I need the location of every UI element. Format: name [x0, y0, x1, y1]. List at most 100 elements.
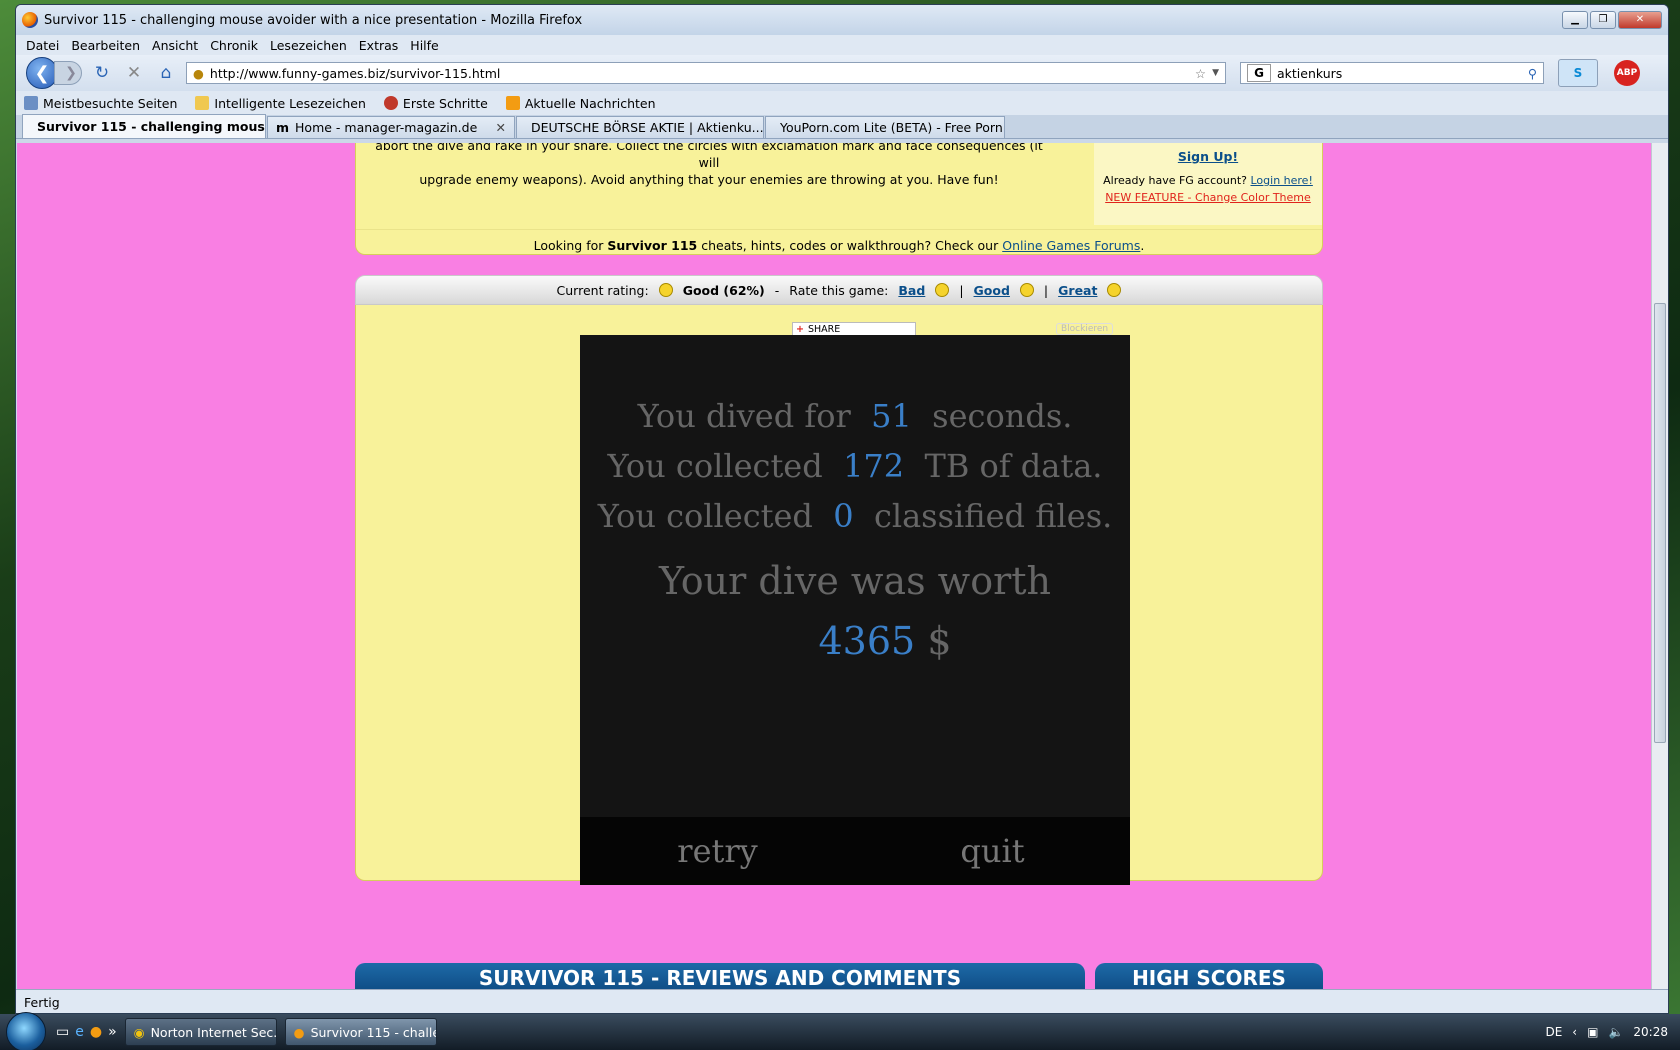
more-icon[interactable]: » [108, 1024, 117, 1040]
files-collected-label: You collected [597, 497, 813, 535]
quick-launch: ▭ e ● » [56, 1024, 117, 1040]
menu-bar: Datei Bearbeiten Ansicht Chronik Lesezei… [16, 35, 1668, 55]
login-link[interactable]: Login here! [1250, 174, 1312, 187]
page-content: abort the dive and rake in your share. C… [17, 143, 1652, 989]
network-icon[interactable]: ▣ [1587, 1025, 1598, 1039]
vertical-scrollbar[interactable] [1651, 143, 1668, 989]
stop-icon[interactable]: ✕ [122, 61, 146, 85]
status-text: Fertig [24, 995, 60, 1010]
signup-link[interactable]: Sign Up! [1094, 149, 1322, 164]
dive-time-line: You dived for 51 seconds. [580, 397, 1130, 435]
clock[interactable]: 20:28 [1633, 1025, 1668, 1039]
address-bar[interactable]: ● http://www.funny-games.biz/survivor-11… [186, 62, 1226, 84]
rate-bad-link[interactable]: Bad [898, 283, 925, 298]
menu-lesezeichen[interactable]: Lesezeichen [270, 38, 347, 53]
tray-expand-icon[interactable]: ‹ [1572, 1025, 1577, 1039]
tab-survivor[interactable]: Survivor 115 - challenging mouse... ✕ [22, 114, 266, 138]
tab-manager-magazin[interactable]: m Home - manager-magazin.de ✕ [267, 116, 515, 138]
skype-icon[interactable]: S [1558, 59, 1598, 87]
sad-face-icon[interactable] [935, 283, 950, 297]
url-dropdown-icon[interactable]: ▼ [1212, 68, 1219, 78]
reload-icon[interactable]: ↻ [90, 61, 114, 85]
search-engine-icon[interactable]: G [1247, 64, 1271, 82]
bookmark-label: Intelligente Lesezeichen [214, 95, 366, 111]
bookmark-erste-schritte[interactable]: Erste Schritte [383, 96, 488, 111]
share-plus-icon: + [796, 323, 804, 335]
dive-worth-label: Your dive was worth [659, 559, 1051, 603]
rating-separator: - [774, 282, 780, 298]
bookmark-label: Meistbesuchte Seiten [43, 95, 178, 111]
rss-icon [505, 96, 520, 110]
rate-good-link[interactable]: Good [974, 283, 1010, 298]
menu-datei[interactable]: Datei [26, 38, 59, 53]
menu-ansicht[interactable]: Ansicht [152, 38, 198, 53]
close-icon[interactable]: ✕ [1618, 11, 1662, 29]
search-box[interactable]: G aktienkurs ⚲ [1240, 62, 1544, 84]
menu-hilfe[interactable]: Hilfe [410, 38, 438, 53]
bookmark-intelligente[interactable]: Intelligente Lesezeichen [195, 96, 366, 111]
dive-time-label: You dived for [637, 397, 851, 435]
share-button[interactable]: + SHARE [792, 322, 916, 336]
home-icon[interactable]: ⌂ [154, 61, 178, 85]
bookmark-meistbesuchte[interactable]: Meistbesuchte Seiten [24, 96, 177, 111]
dive-worth-amount: 4365 [818, 619, 916, 663]
bookmarks-toolbar: Meistbesuchte Seiten Intelligente Leseze… [16, 91, 1668, 115]
start-button[interactable] [6, 1012, 46, 1050]
files-collected-value: 0 [833, 497, 854, 535]
dive-worth-currency: $ [927, 619, 952, 663]
block-button[interactable]: Blockieren [1056, 323, 1114, 335]
files-collected-line: You collected 0 classified files. [580, 497, 1130, 535]
show-desktop-icon[interactable]: ▭ [56, 1024, 69, 1040]
data-collected-value: 172 [843, 447, 905, 485]
smiley-icon [658, 283, 673, 297]
rating-pipe: | [959, 282, 964, 298]
minimize-icon[interactable]: ▁ [1562, 11, 1588, 29]
forums-link[interactable]: Online Games Forums [1002, 238, 1140, 253]
taskbar-item-firefox[interactable]: ● Survivor 115 - challe... [284, 1018, 437, 1046]
tab-bar: Survivor 115 - challenging mouse... ✕ m … [16, 114, 1668, 139]
firefox-bookmark-icon [383, 96, 398, 110]
tab-boerse[interactable]: DEUTSCHE BÖRSE AKTIE | Aktienku... ✕ [516, 116, 764, 138]
highscores-header: HIGH SCORES [1095, 963, 1323, 989]
firefox-quick-icon[interactable]: ● [90, 1024, 102, 1040]
navigation-toolbar: ❮ ❯ ↻ ✕ ⌂ ● http://www.funny-games.biz/s… [16, 55, 1668, 91]
cheats-line: Looking for Survivor 115 cheats, hints, … [356, 229, 1322, 253]
firefox-taskbar-icon: ● [293, 1024, 305, 1040]
bookmark-star-icon[interactable]: ☆ [1195, 66, 1206, 81]
already-account-text: Already have FG account? [1103, 174, 1247, 187]
taskbar-item-norton[interactable]: ◉ Norton Internet Sec... [124, 1018, 277, 1046]
tab-close-icon[interactable]: ✕ [496, 120, 506, 135]
language-indicator[interactable]: DE [1545, 1025, 1562, 1039]
rating-bar: Current rating: Good (62%) - Rate this g… [355, 275, 1323, 305]
most-visited-icon [24, 96, 38, 110]
volume-icon[interactable]: 🔈 [1608, 1025, 1623, 1039]
tab-favicon: m [276, 120, 290, 135]
game-canvas[interactable]: You dived for 51 seconds. You collected … [580, 335, 1130, 885]
ie-icon[interactable]: e [75, 1024, 84, 1040]
site-identity-icon[interactable]: ● [193, 66, 204, 81]
tab-label: Home - manager-magazin.de [295, 120, 478, 135]
adblock-icon[interactable]: ABP [1614, 60, 1640, 86]
great-face-icon[interactable] [1107, 283, 1122, 297]
search-input[interactable]: aktienkurs [1277, 66, 1522, 81]
data-collected-line: You collected 172 TB of data. [580, 447, 1130, 485]
rate-great-link[interactable]: Great [1058, 283, 1097, 298]
window-title: Survivor 115 - challenging mouse avoider… [44, 12, 583, 28]
tab-label: YouPorn.com Lite (BETA) - Free Porn [780, 120, 1003, 135]
tab-youporn[interactable]: YouPorn.com Lite (BETA) - Free Porn ✕ [765, 116, 1005, 138]
scrollbar-thumb[interactable] [1654, 303, 1666, 743]
bookmark-aktuelle[interactable]: Aktuelle Nachrichten [505, 96, 656, 111]
maximize-icon[interactable]: ❐ [1590, 11, 1616, 29]
menu-bearbeiten[interactable]: Bearbeiten [71, 38, 140, 53]
menu-extras[interactable]: Extras [359, 38, 399, 53]
search-icon[interactable]: ⚲ [1528, 66, 1537, 81]
quit-button[interactable]: quit [855, 817, 1130, 885]
reviews-header: SURVIVOR 115 - REVIEWS AND COMMENTS [355, 963, 1085, 989]
cool-face-icon[interactable] [1019, 283, 1034, 297]
norton-icon: ◉ [133, 1024, 145, 1040]
forward-icon[interactable]: ❯ [54, 61, 82, 85]
retry-button[interactable]: retry [580, 817, 855, 885]
new-feature-link[interactable]: NEW FEATURE - Change Color Theme [1105, 191, 1311, 204]
game-description-panel: abort the dive and rake in your share. C… [355, 143, 1323, 255]
menu-chronik[interactable]: Chronik [210, 38, 258, 53]
